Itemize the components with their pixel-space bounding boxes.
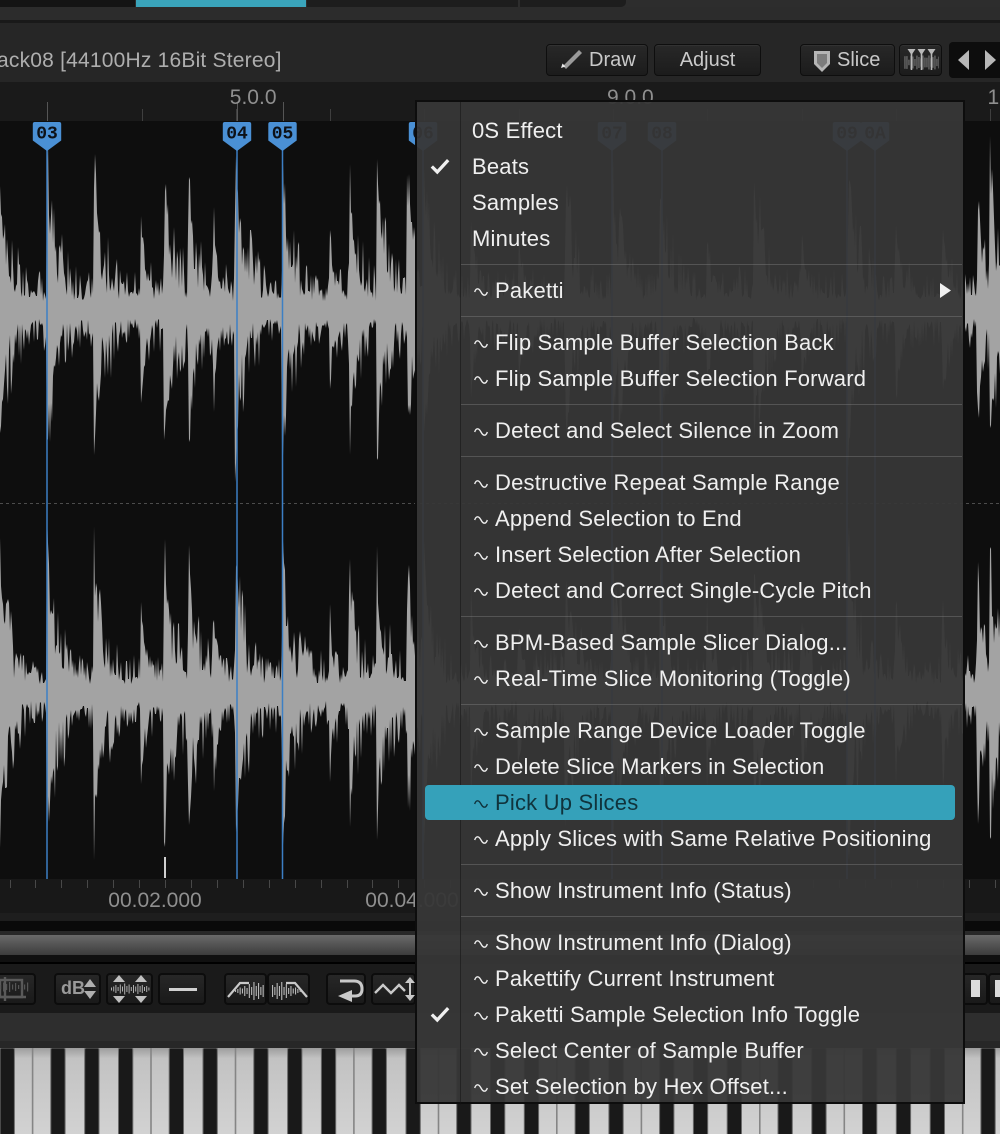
svg-text:05: 05 bbox=[272, 125, 294, 145]
svg-text:04: 04 bbox=[226, 125, 248, 145]
svg-text:03: 03 bbox=[36, 125, 58, 145]
